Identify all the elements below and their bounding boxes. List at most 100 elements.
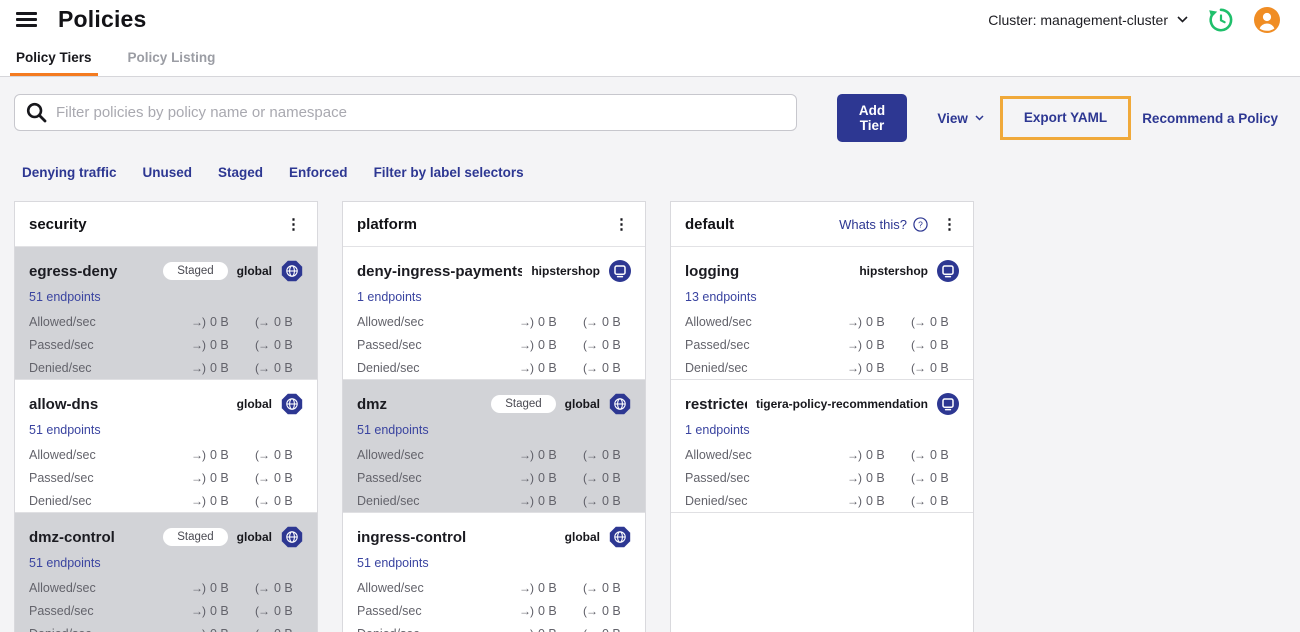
egress-arrow-icon: (→ (911, 361, 926, 375)
egress-stat: (→ 0 B (583, 361, 631, 375)
filter-enforced[interactable]: Enforced (289, 165, 348, 180)
ingress-value: 0 B (866, 338, 885, 352)
ingress-stat: →) 0 B (519, 448, 567, 462)
ingress-value: 0 B (210, 581, 229, 595)
whats-this-label: Whats this? (839, 216, 907, 232)
ingress-arrow-icon: →) (519, 471, 534, 485)
cluster-selector[interactable]: Cluster: management-cluster (988, 12, 1188, 28)
tier-menu-kebab-icon[interactable]: ⋮ (612, 217, 631, 232)
filter-denying-traffic[interactable]: Denying traffic (22, 165, 117, 180)
ingress-stat: →) 0 B (519, 494, 567, 508)
ingress-value: 0 B (210, 338, 229, 352)
ingress-value: 0 B (538, 494, 557, 508)
stat-label: Denied/sec (29, 627, 175, 632)
ingress-value: 0 B (866, 448, 885, 462)
policy-card[interactable]: allow-dns global 51 endpoints Allowed/sec →)… (15, 380, 317, 513)
traffic-stat-row: Allowed/sec →) 0 B (→ 0 B (29, 315, 303, 329)
hamburger-menu-icon[interactable] (16, 12, 37, 27)
tab-policy-listing[interactable]: Policy Listing (128, 39, 216, 76)
ingress-arrow-icon: →) (191, 338, 206, 352)
policy-card[interactable]: logging hipstershop 13 endpoints Allowed/se… (671, 247, 973, 380)
egress-arrow-icon: (→ (583, 471, 598, 485)
filter-unused[interactable]: Unused (143, 165, 193, 180)
tier-menu-kebab-icon[interactable]: ⋮ (940, 217, 959, 232)
policy-card-header: logging hipstershop (685, 260, 959, 282)
ingress-stat: →) 0 B (191, 448, 239, 462)
stat-label: Passed/sec (685, 471, 750, 485)
traffic-stat-row: Allowed/sec →) 0 B (→ 0 B (685, 448, 959, 462)
policy-card-header: egress-deny Staged global (29, 260, 303, 282)
add-tier-button[interactable]: Add Tier (836, 94, 908, 142)
ingress-value: 0 B (538, 315, 557, 329)
ingress-value: 0 B (210, 627, 229, 632)
filter-filter-by-label-selectors[interactable]: Filter by label selectors (374, 165, 524, 180)
policy-card[interactable]: restricted tigera-policy-recommendation 1 … (671, 380, 973, 513)
ingress-value: 0 B (210, 494, 229, 508)
endpoints-link[interactable]: 51 endpoints (29, 556, 101, 570)
policy-card[interactable]: egress-deny Staged global 51 endpoints Allow… (15, 247, 317, 380)
traffic-stat-row: Denied/sec →) 0 B (→ 0 B (357, 494, 631, 508)
ingress-stat: →) 0 B (847, 494, 895, 508)
policy-search-box[interactable] (14, 94, 797, 131)
policy-name: allow-dns (29, 395, 99, 413)
endpoints-link[interactable]: 1 endpoints (357, 290, 422, 304)
traffic-stat-row: Allowed/sec →) 0 B (→ 0 B (29, 581, 303, 595)
traffic-stat-row: Denied/sec →) 0 B (→ 0 B (357, 361, 631, 375)
policy-card-header: deny-ingress-paymentservi… hipstershop (357, 260, 631, 282)
egress-value: 0 B (274, 494, 293, 508)
stat-label: Allowed/sec (685, 448, 752, 462)
stat-label: Denied/sec (29, 361, 92, 375)
ingress-arrow-icon: →) (847, 494, 862, 508)
traffic-stat-row: Allowed/sec →) 0 B (→ 0 B (29, 448, 303, 462)
egress-stat: (→ 0 B (255, 361, 303, 375)
user-avatar-icon[interactable] (1254, 6, 1280, 33)
egress-arrow-icon: (→ (583, 338, 598, 352)
stat-label: Allowed/sec (357, 315, 424, 329)
tab-policy-tiers[interactable]: Policy Tiers (10, 39, 98, 76)
tier-name: default (685, 215, 735, 233)
policy-card[interactable]: ingress-control global 51 endpoints Allowed… (343, 513, 645, 632)
stat-label: Allowed/sec (357, 581, 424, 595)
ingress-arrow-icon: →) (191, 471, 206, 485)
history-icon[interactable] (1208, 7, 1234, 33)
traffic-stat-row: Passed/sec →) 0 B (→ 0 B (29, 471, 303, 485)
ingress-value: 0 B (866, 494, 885, 508)
egress-stat: (→ 0 B (583, 471, 631, 485)
stat-label: Denied/sec (685, 361, 748, 375)
ingress-arrow-icon: →) (847, 471, 862, 485)
endpoints-link[interactable]: 13 endpoints (685, 290, 757, 304)
traffic-stat-row: Passed/sec →) 0 B (→ 0 B (29, 338, 303, 352)
view-dropdown-button[interactable]: View (937, 111, 984, 126)
traffic-stat-row: Passed/sec →) 0 B (→ 0 B (685, 471, 959, 485)
ingress-arrow-icon: →) (191, 494, 206, 508)
endpoints-link[interactable]: 51 endpoints (29, 290, 101, 304)
tier-menu-kebab-icon[interactable]: ⋮ (284, 217, 303, 232)
policy-search-input[interactable] (56, 104, 785, 121)
stat-label: Passed/sec (357, 338, 422, 352)
policy-card[interactable]: dmz Staged global 51 endpoints Allowed/sec →)… (343, 380, 645, 513)
egress-stat: (→ 0 B (255, 338, 303, 352)
policy-card[interactable]: dmz-control Staged global 51 endpoints Allow… (15, 513, 317, 632)
ingress-stat: →) 0 B (191, 604, 239, 618)
stat-label: Denied/sec (685, 494, 748, 508)
egress-arrow-icon: (→ (255, 471, 270, 485)
policy-namespace-label: tigera-policy-recommendation (755, 397, 928, 411)
endpoints-link[interactable]: 1 endpoints (685, 423, 750, 437)
tier-column-platform: platform ⋮ deny-ingress-paymentservi… hipst… (342, 201, 646, 632)
staged-badge: Staged (491, 395, 556, 413)
egress-arrow-icon: (→ (911, 471, 926, 485)
policy-card[interactable]: deny-ingress-paymentservi… hipstershop 1 e… (343, 247, 645, 380)
ingress-arrow-icon: →) (519, 494, 534, 508)
endpoints-link[interactable]: 51 endpoints (357, 423, 429, 437)
global-policy-icon (281, 260, 303, 282)
endpoints-link[interactable]: 51 endpoints (357, 556, 429, 570)
export-yaml-button[interactable]: Export YAML (1024, 110, 1107, 125)
whats-this-link[interactable]: Whats this?? (839, 217, 928, 232)
filter-staged[interactable]: Staged (218, 165, 263, 180)
recommend-policy-button[interactable]: Recommend a Policy (1142, 101, 1278, 136)
ingress-value: 0 B (538, 338, 557, 352)
egress-value: 0 B (274, 315, 293, 329)
ingress-arrow-icon: →) (847, 315, 862, 329)
egress-value: 0 B (602, 494, 621, 508)
endpoints-link[interactable]: 51 endpoints (29, 423, 101, 437)
